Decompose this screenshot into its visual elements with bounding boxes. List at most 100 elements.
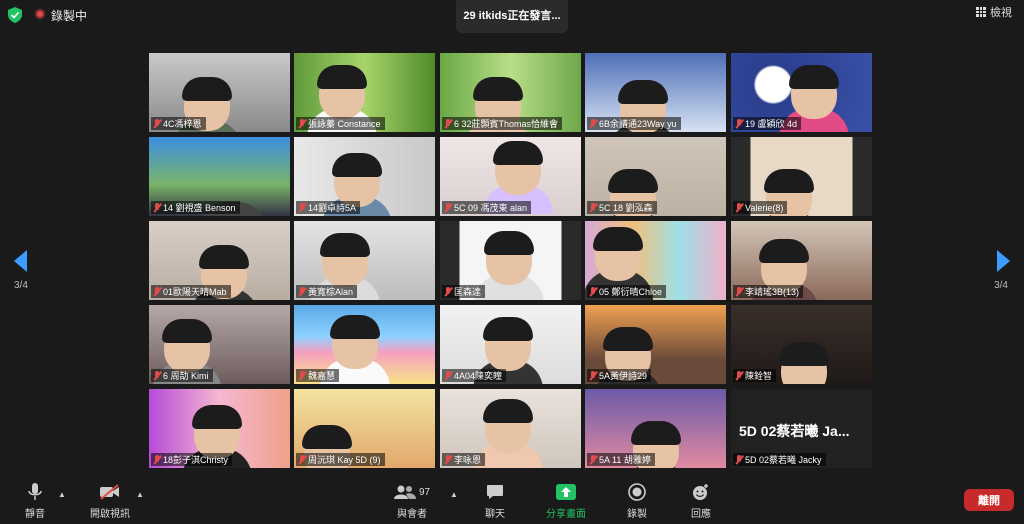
- participant-tile[interactable]: 14 劉視盛 Benson: [149, 137, 290, 216]
- video-options-chevron-icon[interactable]: ▲: [136, 490, 144, 499]
- participant-tile[interactable]: 19 盧穎欣 4d: [731, 53, 872, 132]
- participant-tile[interactable]: 5C 18 劉泓森: [585, 137, 726, 216]
- muted-microphone-icon: [735, 118, 743, 129]
- participant-name-bar: 01歐陽天晴Mab: [151, 285, 231, 298]
- participant-hair: [484, 231, 534, 255]
- audio-options-chevron-icon[interactable]: ▲: [58, 490, 66, 499]
- muted-microphone-icon: [298, 370, 306, 381]
- participant-name-bar: 4C馮梓恩: [151, 117, 206, 130]
- recording-icon: [35, 9, 45, 19]
- shield-icon[interactable]: [8, 7, 22, 23]
- muted-microphone-icon: [589, 118, 597, 129]
- participant-hair: [789, 65, 839, 89]
- participant-name-bar: 05 鄭衍晴Chloe: [587, 285, 667, 298]
- participant-name: 張詠蓁 Constance: [308, 119, 381, 129]
- participant-hair: [473, 77, 523, 101]
- participant-tile[interactable]: 5A黃伊詩29: [585, 305, 726, 384]
- participant-name-bar: 匡森達: [442, 285, 486, 298]
- participant-name-bar: 李靖瑤3B(13): [733, 285, 804, 298]
- view-label: 檢視: [990, 7, 1012, 19]
- participant-tile[interactable]: 5A 11 胡雅婷: [585, 389, 726, 468]
- muted-microphone-icon: [153, 370, 161, 381]
- muted-microphone-icon: [444, 202, 452, 213]
- participant-tile[interactable]: 陳銓智: [731, 305, 872, 384]
- participant-name-bar: 6 周劼 Kimi: [151, 369, 213, 382]
- muted-microphone-icon: [298, 454, 306, 465]
- participant-tile[interactable]: 李咏恩: [440, 389, 581, 468]
- participant-tile[interactable]: 周沅琪 Kay 5D (9): [294, 389, 435, 468]
- participant-hair: [199, 245, 249, 269]
- chat-button[interactable]: 聊天: [480, 482, 510, 520]
- start-video-button[interactable]: 開啟視訊: [88, 482, 132, 520]
- participant-name-bar: 陳銓智: [733, 369, 777, 382]
- mute-label: 靜音: [25, 509, 45, 520]
- participant-hair: [764, 169, 814, 193]
- recording-label: 錄製中: [51, 9, 88, 23]
- participant-display-name: 5D 02蔡若曦 Ja...: [739, 423, 850, 439]
- previous-page-arrow-icon[interactable]: [14, 250, 27, 272]
- participant-name: 4C馮梓恩: [163, 119, 202, 129]
- participant-tile[interactable]: 匡森達: [440, 221, 581, 300]
- participant-tile[interactable]: 6 周劼 Kimi: [149, 305, 290, 384]
- participant-tile[interactable]: 魏嘉慧: [294, 305, 435, 384]
- participant-hair: [182, 77, 232, 101]
- share-screen-icon: [543, 482, 589, 502]
- participant-tile[interactable]: 5C 09 馮茂東 alan: [440, 137, 581, 216]
- participant-name-bar: 李咏恩: [442, 453, 486, 466]
- participant-hair: [608, 169, 658, 193]
- participant-tile[interactable]: 18彭子淇Christy: [149, 389, 290, 468]
- start-video-label: 開啟視訊: [90, 509, 130, 520]
- muted-microphone-icon: [153, 202, 161, 213]
- participant-name-bar: 18彭子淇Christy: [151, 453, 233, 466]
- muted-microphone-icon: [298, 118, 306, 129]
- participant-name: 14劉卓詩5A: [308, 203, 357, 213]
- participant-hair: [593, 227, 643, 251]
- participants-options-chevron-icon[interactable]: ▲: [450, 490, 458, 499]
- record-button[interactable]: 錄製: [622, 482, 652, 520]
- participant-tile[interactable]: 黃寬棕Alan: [294, 221, 435, 300]
- share-screen-button[interactable]: 分享畫面: [543, 482, 589, 520]
- participant-tile[interactable]: 6B余譜通23Way yu: [585, 53, 726, 132]
- leave-meeting-button[interactable]: 離開: [964, 489, 1014, 511]
- muted-microphone-icon: [153, 454, 161, 465]
- participant-hair: [320, 233, 370, 257]
- participant-name-bar: 張詠蓁 Constance: [296, 117, 385, 130]
- muted-microphone-icon: [298, 286, 306, 297]
- muted-microphone-icon: [735, 286, 743, 297]
- muted-microphone-icon: [444, 118, 452, 129]
- participants-label: 與會者: [397, 509, 427, 520]
- meeting-toolbar: 靜音 ▲ 開啟視訊 ▲ 97 與會者 ▲ 聊天 分享畫面 錄製 回應: [0, 476, 1024, 524]
- participant-tile[interactable]: 01歐陽天晴Mab: [149, 221, 290, 300]
- participant-hair: [192, 405, 242, 429]
- view-button[interactable]: 檢視: [972, 4, 1016, 20]
- reactions-button[interactable]: 回應: [686, 482, 716, 520]
- participant-name-bar: 5A黃伊詩29: [587, 369, 652, 382]
- participant-tile[interactable]: 14劉卓詩5A: [294, 137, 435, 216]
- participant-tile[interactable]: 5D 02蔡若曦 Ja... 5D 02蔡若曦 Jacky: [731, 389, 872, 468]
- mute-button[interactable]: 靜音: [20, 482, 50, 520]
- microphone-icon: [20, 482, 50, 502]
- participant-tile[interactable]: 6 32莊顥賓Thomas恰維會: [440, 53, 581, 132]
- participant-hair: [759, 239, 809, 263]
- muted-microphone-icon: [153, 286, 161, 297]
- muted-microphone-icon: [735, 454, 743, 465]
- participant-name: 5C 09 馮茂東 alan: [454, 203, 528, 213]
- participant-hair: [483, 317, 533, 341]
- participant-tile[interactable]: 05 鄭衍晴Chloe: [585, 221, 726, 300]
- next-page-arrow-icon[interactable]: [997, 250, 1010, 272]
- participant-tile[interactable]: 李靖瑤3B(13): [731, 221, 872, 300]
- participant-name-bar: 魏嘉慧: [296, 369, 340, 382]
- muted-microphone-icon: [298, 202, 306, 213]
- participant-name-bar: 黃寬棕Alan: [296, 285, 358, 298]
- participant-tile[interactable]: 4C馮梓恩: [149, 53, 290, 132]
- participant-name: 匡森達: [454, 287, 482, 297]
- participant-name: 黃寬棕Alan: [308, 287, 354, 297]
- participant-tile[interactable]: 4A04陳奕瞳: [440, 305, 581, 384]
- participant-tile[interactable]: 張詠蓁 Constance: [294, 53, 435, 132]
- muted-microphone-icon: [589, 286, 597, 297]
- participant-tile[interactable]: Valerie(8): [731, 137, 872, 216]
- participant-hair: [779, 342, 829, 366]
- participants-button[interactable]: 97 與會者: [392, 482, 432, 520]
- page-indicator-left: 3/4: [14, 280, 28, 291]
- participant-name-bar: 6B余譜通23Way yu: [587, 117, 681, 130]
